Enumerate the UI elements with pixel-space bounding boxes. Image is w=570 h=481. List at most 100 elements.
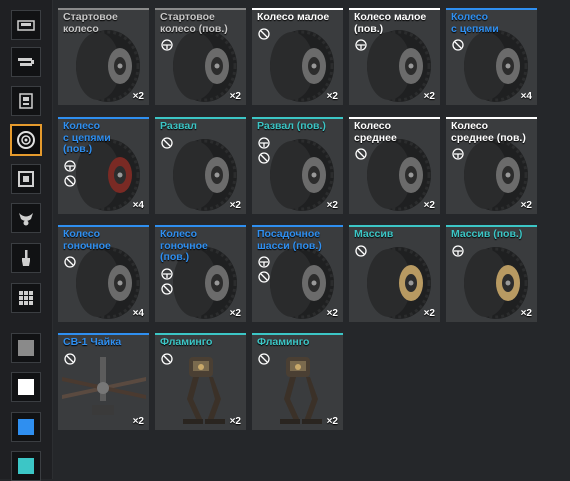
rarity-bar xyxy=(349,117,440,119)
no-steer-icon xyxy=(161,352,173,365)
no-steer-icon xyxy=(64,255,76,268)
item-name: Фламинго xyxy=(160,336,213,348)
rarity-bar xyxy=(446,225,537,227)
filter-epic-swatch[interactable] xyxy=(11,372,41,402)
weapons-icon xyxy=(18,58,34,66)
rarity-bar xyxy=(155,225,246,227)
item-count: ×2 xyxy=(520,308,532,319)
item-card[interactable]: СВ-1 Чайка ×2 xyxy=(58,333,149,430)
item-count: ×2 xyxy=(229,416,241,427)
item-name: Колесо гоночное xyxy=(63,228,111,252)
rarity-bar xyxy=(155,117,246,119)
item-name: Колесо с цепями xyxy=(451,11,499,35)
swatch-color xyxy=(18,379,34,395)
item-name: Колесо с цепями (пов.) xyxy=(63,120,111,155)
item-count: ×2 xyxy=(520,200,532,211)
item-card[interactable]: Посадочное шасси (пов.) ×2 xyxy=(252,225,343,322)
no-steer-icon xyxy=(355,147,367,160)
no-steer-icon xyxy=(452,38,464,51)
no-steer-icon xyxy=(258,27,270,40)
rarity-bar xyxy=(349,8,440,10)
rarity-bar xyxy=(58,225,149,227)
item-name: Фламинго xyxy=(257,336,310,348)
item-name: Колесо среднее xyxy=(354,120,397,144)
rarity-bar xyxy=(252,333,343,335)
item-count: ×2 xyxy=(229,91,241,102)
no-steer-icon xyxy=(161,282,173,295)
no-steer-icon xyxy=(258,151,270,164)
item-count: ×2 xyxy=(326,200,338,211)
item-card[interactable]: Колесо с цепями ×4 xyxy=(446,8,537,105)
steer-icon xyxy=(452,244,464,257)
no-steer-icon xyxy=(64,174,76,187)
category-cabin-button[interactable] xyxy=(11,10,41,40)
rarity-bar xyxy=(349,225,440,227)
item-name: Стартовое колесо xyxy=(63,11,118,35)
steer-icon xyxy=(161,38,173,51)
rarity-bar xyxy=(58,8,149,10)
item-name: Колесо среднее (пов.) xyxy=(451,120,526,144)
swatch-color xyxy=(18,419,34,435)
steer-icon xyxy=(161,267,173,280)
rarity-bar xyxy=(446,8,537,10)
item-card[interactable]: Стартовое колесо (пов.) ×2 xyxy=(155,8,246,105)
no-steer-icon xyxy=(355,244,367,257)
item-name: Посадочное шасси (пов.) xyxy=(257,228,322,252)
item-card[interactable]: Колесо среднее (пов.) ×2 xyxy=(446,117,537,214)
no-steer-icon xyxy=(161,136,173,149)
item-card[interactable]: Стартовое колесо ×2 xyxy=(58,8,149,105)
steer-icon xyxy=(355,38,367,51)
item-name: Развал (пов.) xyxy=(257,120,326,132)
item-card[interactable]: Колесо среднее ×2 xyxy=(349,117,440,214)
item-card[interactable]: Колесо с цепями (пов.) ×4 xyxy=(58,117,149,214)
category-decor-button[interactable] xyxy=(11,203,41,233)
no-steer-icon xyxy=(258,270,270,283)
category-weapons-button[interactable] xyxy=(11,47,41,77)
category-all-button[interactable] xyxy=(11,283,41,313)
wheel-icon xyxy=(17,131,35,149)
item-count: ×2 xyxy=(423,200,435,211)
swatch-color xyxy=(18,340,34,356)
rarity-bar xyxy=(155,333,246,335)
filter-rare-swatch[interactable] xyxy=(11,412,41,442)
rarity-bar xyxy=(252,225,343,227)
category-modules-button[interactable] xyxy=(11,86,41,116)
steer-icon xyxy=(258,136,270,149)
rarity-bar xyxy=(252,8,343,10)
item-card[interactable]: Колесо гоночное ×4 xyxy=(58,225,149,322)
rarity-bar xyxy=(446,117,537,119)
steer-icon xyxy=(258,255,270,268)
rarity-bar xyxy=(252,117,343,119)
item-count: ×4 xyxy=(132,200,144,211)
item-name: Колесо гоночное (пов.) xyxy=(160,228,208,263)
item-card[interactable]: Массив (пов.) ×2 xyxy=(446,225,537,322)
decor-icon xyxy=(19,213,33,226)
item-card[interactable]: Фламинго ×2 xyxy=(252,333,343,430)
item-count: ×2 xyxy=(326,91,338,102)
item-count: ×2 xyxy=(229,200,241,211)
category-wheels-button[interactable] xyxy=(10,124,42,156)
steer-icon xyxy=(64,159,76,172)
item-count: ×2 xyxy=(132,416,144,427)
item-card[interactable]: Колесо гоночное (пов.) ×2 xyxy=(155,225,246,322)
item-card[interactable]: Фламинго ×2 xyxy=(155,333,246,430)
category-frames-button[interactable] xyxy=(11,164,41,194)
item-card[interactable]: Колесо малое (пов.) ×2 xyxy=(349,8,440,105)
rarity-bar xyxy=(155,8,246,10)
grid-icon xyxy=(19,291,33,305)
item-count: ×2 xyxy=(423,308,435,319)
item-name: СВ-1 Чайка xyxy=(63,336,122,348)
item-card[interactable]: Развал (пов.) ×2 xyxy=(252,117,343,214)
steer-icon xyxy=(452,147,464,160)
filter-common-swatch[interactable] xyxy=(11,333,41,363)
category-paint-button[interactable] xyxy=(11,243,41,273)
filter-special-swatch[interactable] xyxy=(11,451,41,481)
item-card[interactable]: Колесо малое ×2 xyxy=(252,8,343,105)
item-name: Колесо малое xyxy=(257,11,330,23)
item-name: Колесо малое (пов.) xyxy=(354,11,427,35)
no-steer-icon xyxy=(64,352,76,365)
item-name: Развал xyxy=(160,120,197,132)
category-sidebar xyxy=(0,0,53,481)
item-card[interactable]: Массив ×2 xyxy=(349,225,440,322)
item-card[interactable]: Развал ×2 xyxy=(155,117,246,214)
